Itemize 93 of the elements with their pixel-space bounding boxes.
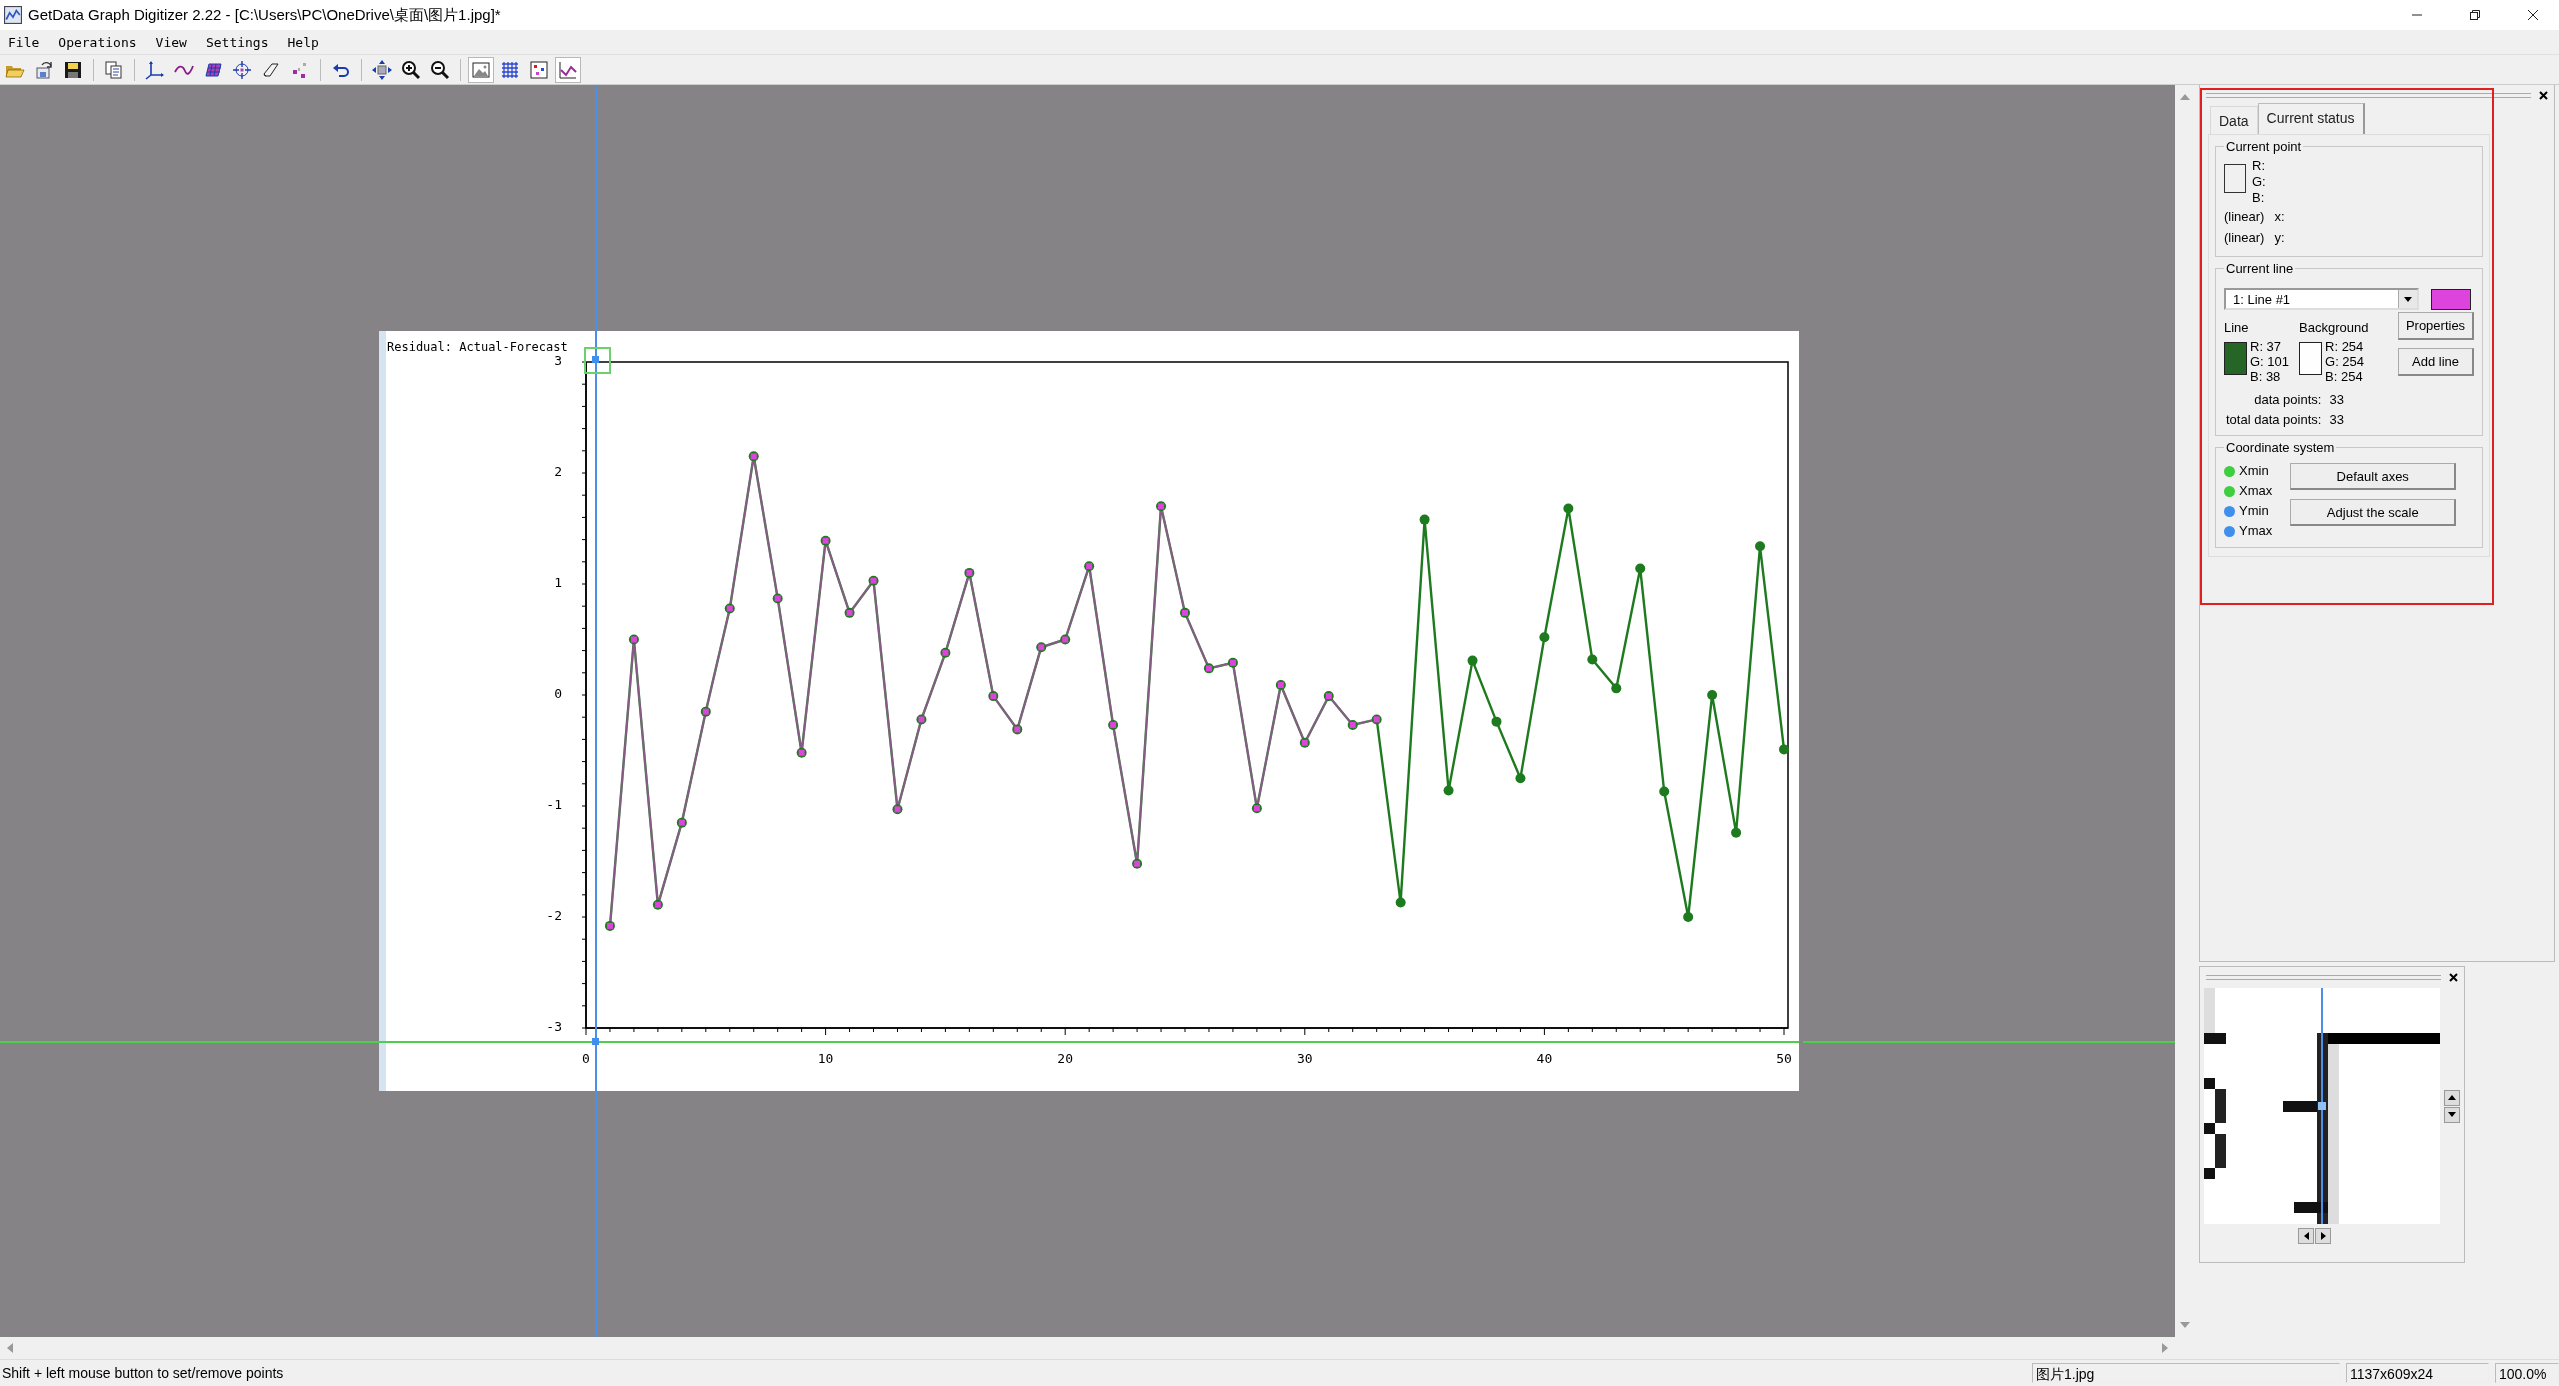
data-point (1755, 541, 1766, 552)
app-icon (4, 6, 22, 24)
line-dropdown[interactable]: 1: Line #1 (2224, 288, 2419, 310)
stat-value: 33 (2329, 412, 2344, 427)
menu-item[interactable]: View (155, 34, 187, 50)
channel-label: B: (2252, 190, 2266, 206)
axis-marker[interactable] (584, 347, 611, 374)
axis-label: y: (2274, 229, 2285, 247)
data-point (1443, 785, 1454, 796)
data-point (1587, 654, 1598, 665)
data-point (1659, 786, 1670, 797)
panel-button[interactable]: Default axes (2290, 463, 2457, 490)
menu-item[interactable]: Settings (205, 34, 269, 50)
axis-name: Xmax (2239, 483, 2273, 499)
data-point (1611, 683, 1622, 694)
y-tick-label: 2 (554, 464, 562, 479)
data-point (1635, 563, 1646, 574)
data-point (1731, 827, 1742, 838)
channel-label: G: (2252, 174, 2266, 190)
data-point (1419, 514, 1430, 525)
status-size: 1137x609x24 (2346, 1363, 2489, 1383)
swatch-label: Line (2224, 320, 2250, 335)
panel-button[interactable]: Adjust the scale (2290, 499, 2457, 526)
dropdown-arrow-icon (2404, 296, 2412, 302)
data-point (1683, 912, 1694, 922)
data-point (1515, 773, 1526, 784)
scroll-right-button[interactable] (2315, 1228, 2331, 1244)
data-point (1491, 716, 1502, 727)
line-chart-icon[interactable] (555, 56, 581, 83)
group-title: Current point (2225, 139, 2303, 154)
status-file: 图片1.jpg (2032, 1363, 2340, 1383)
x-tick-label: 30 (1296, 1051, 1313, 1066)
scroll-up-button[interactable] (2444, 1089, 2460, 1106)
y-tick-label: 1 (554, 575, 562, 590)
channel-value: B: 38 (2250, 369, 2282, 384)
color-swatch (2224, 164, 2246, 193)
menu-item[interactable]: Help (287, 34, 319, 50)
caret-left-icon (2303, 1232, 2309, 1240)
channel-value: R: 254 (2325, 339, 2365, 354)
data-point (1467, 655, 1478, 666)
scale-label: (linear) (2224, 229, 2265, 247)
caret-down-icon (2448, 1112, 2456, 1117)
data-point (1539, 632, 1550, 643)
window-title: GetData Graph Digitizer 2.22 - [C:\Users\PC\OneDrive\桌面\图片1.jpg]* (28, 5, 501, 25)
data-point (1779, 744, 1789, 755)
scroll-left-button[interactable] (2298, 1228, 2314, 1244)
panel-button[interactable]: Properties (2398, 312, 2474, 340)
axis-label: x: (2274, 208, 2285, 226)
channel-value: R: 37 (2250, 339, 2283, 354)
y-tick-label: -3 (546, 1019, 562, 1034)
status-hint: Shift + left mouse button to set/remove points (1, 1365, 285, 1381)
y-tick-label: -2 (546, 908, 562, 923)
channel-value: B: 254 (2325, 369, 2364, 384)
line-color-swatch[interactable] (2431, 288, 2471, 310)
menu-item[interactable]: File (8, 34, 40, 50)
axis-name: Ymin (2239, 503, 2269, 519)
data-point (1563, 503, 1574, 514)
scroll-down-button[interactable] (2444, 1106, 2460, 1123)
caret-right-icon (2320, 1232, 2326, 1240)
axis-name: Ymax (2239, 523, 2273, 539)
x-tick-label: 0 (582, 1051, 590, 1066)
data-point (1395, 897, 1406, 908)
image-icon[interactable] (468, 56, 494, 83)
channel-label: R: (2252, 158, 2266, 174)
x-tick-label: 20 (1057, 1051, 1074, 1066)
stat-value: 33 (2329, 392, 2344, 407)
group-title: Current line (2225, 261, 2295, 276)
y-tick-label: 3 (554, 353, 562, 368)
status-zoom: 100.0% (2495, 1363, 2559, 1383)
close-icon[interactable] (2527, 9, 2539, 21)
y-tick-label: -1 (546, 797, 562, 812)
scale-label: (linear) (2224, 208, 2265, 226)
x-tick-label: 40 (1536, 1051, 1553, 1066)
tab[interactable]: Current status (2257, 103, 2365, 134)
panel-button[interactable]: Add line (2398, 348, 2474, 376)
restore-icon[interactable] (2469, 9, 2481, 21)
data-point (1707, 690, 1718, 700)
menu-item[interactable]: Operations (58, 34, 137, 50)
channel-value: G: 254 (2325, 354, 2365, 369)
close-icon[interactable] (2539, 91, 2548, 100)
axis-name: Xmin (2239, 463, 2269, 479)
close-icon[interactable] (2449, 973, 2458, 982)
channel-value: G: 101 (2250, 354, 2290, 369)
x-tick-label: 10 (817, 1051, 834, 1066)
tab[interactable]: Data (2210, 106, 2258, 134)
group-title: Coordinate system (2225, 440, 2336, 455)
swatch-label: Background (2299, 320, 2369, 335)
y-tick-label: 0 (554, 686, 562, 701)
stat-label: total data points: (2226, 412, 2322, 427)
x-tick-label: 50 (1776, 1051, 1792, 1066)
stat-label: data points: (2253, 392, 2322, 407)
chart-title: Residual: Actual-Forecast (387, 340, 568, 354)
caret-up-icon (2448, 1095, 2456, 1100)
